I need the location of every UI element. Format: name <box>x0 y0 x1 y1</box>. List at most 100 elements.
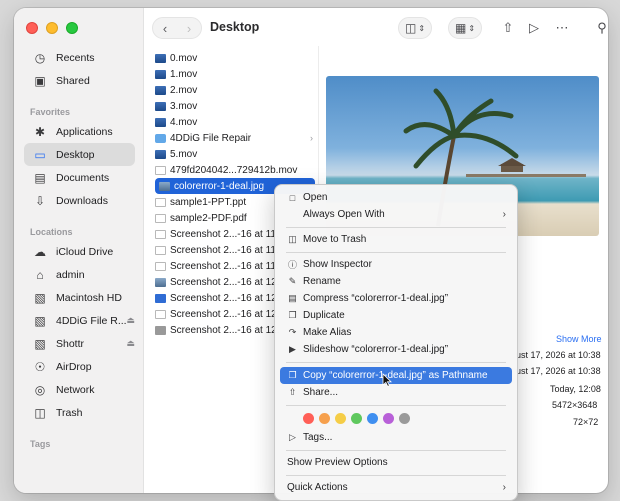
sidebar-item-shared[interactable]: ▣ Shared <box>14 69 135 92</box>
menu-item-label: Share... <box>303 387 339 398</box>
search-button[interactable]: ⚲ <box>590 16 608 40</box>
sidebar-item-desktop[interactable]: ▭ Desktop <box>24 143 135 166</box>
sidebar-section-locations: Locations <box>30 227 73 237</box>
share-button[interactable]: ⇧ <box>496 16 520 40</box>
menu-item-slideshow[interactable]: ▶ Slideshow “colorerror-1-deal.jpg” <box>280 341 512 358</box>
minimize-window-button[interactable] <box>46 22 58 34</box>
more-actions-button[interactable]: ⋯ <box>550 16 574 40</box>
slideshow-icon: ▶ <box>289 344 296 354</box>
menu-item-always-open-with[interactable]: Always Open With › <box>280 206 512 223</box>
file-name: Screenshot 2...-16 at 12. <box>170 324 280 336</box>
chevron-left-icon: ‹ <box>162 20 168 36</box>
fullscreen-window-button[interactable] <box>66 22 78 34</box>
sidebar-item-documents[interactable]: ▤ Documents <box>14 166 135 189</box>
info-dimensions-value: 5472×3648 <box>552 400 598 410</box>
sidebar-item-admin[interactable]: ⌂ admin <box>14 263 135 286</box>
sidebar-item-airdrop[interactable]: ☉ AirDrop <box>14 355 135 378</box>
globe-icon: ◎ <box>34 382 46 397</box>
sidebar-item-icloud-drive[interactable]: ☁ iCloud Drive <box>14 240 135 263</box>
menu-item-copy-pathname[interactable]: ❐ Copy “colorerror-1-deal.jpg” as Pathna… <box>280 367 512 384</box>
copy-icon: ❐ <box>288 370 297 380</box>
sidebar-item-recents[interactable]: ◷ Recents <box>14 46 135 69</box>
mouse-cursor-icon <box>382 373 392 387</box>
menu-item-label: Move to Trash <box>303 234 367 245</box>
file-icon <box>155 309 166 319</box>
info-created-value: ust 17, 2026 at 10:38 <box>516 350 601 360</box>
video-file-icon <box>155 69 166 79</box>
menu-item-show-preview-options[interactable]: Show Preview Options <box>280 454 512 471</box>
tag-red[interactable] <box>303 413 314 424</box>
sidebar-item-network[interactable]: ◎ Network <box>14 378 135 401</box>
tag-blue[interactable] <box>367 413 378 424</box>
file-item[interactable]: 2.mov <box>149 82 317 98</box>
menu-item-make-alias[interactable]: ↷ Make Alias <box>280 324 512 341</box>
sidebar-item-label: Shottr <box>56 337 85 350</box>
search-icon: ⚲ <box>597 20 607 35</box>
trash-icon: ◫ <box>288 234 297 244</box>
sidebar-item-trash[interactable]: ◫ Trash <box>14 401 135 424</box>
window-title: Desktop <box>210 20 260 34</box>
applications-icon: ✱ <box>34 124 46 139</box>
file-item[interactable]: 5.mov <box>149 146 317 162</box>
menu-item-open[interactable]: □ Open <box>280 189 512 206</box>
file-name: 0.mov <box>170 52 198 64</box>
share-icon: ⇧ <box>288 387 297 397</box>
file-name: 4.mov <box>170 116 198 128</box>
tag-gray[interactable] <box>399 413 410 424</box>
show-more-link[interactable]: Show More <box>556 334 602 344</box>
sidebar-item-label: Macintosh HD <box>56 291 122 304</box>
file-name: 479fd204042...729412b.mov <box>170 164 298 176</box>
sidebar-item-shottr[interactable]: ▧ Shottr ⏏ <box>14 332 135 355</box>
video-file-icon <box>155 101 166 111</box>
menu-item-tags[interactable]: ▷ Tags... <box>280 429 512 446</box>
file-name: colorerror-1-deal.jpg <box>174 180 265 192</box>
tag-orange[interactable] <box>319 413 330 424</box>
chevron-right-icon: › <box>502 209 506 220</box>
group-button[interactable]: ▦ ⇕ <box>448 17 482 39</box>
tag-yellow[interactable] <box>335 413 346 424</box>
sidebar-item-label: Applications <box>56 125 113 138</box>
document-icon: ▤ <box>34 170 46 185</box>
file-icon <box>155 261 166 271</box>
sidebar-item-4ddig[interactable]: ▧ 4DDiG File R... ⏏ <box>14 309 135 332</box>
file-name: Screenshot 2...-16 at 12. <box>170 292 280 304</box>
menu-item-show-inspector[interactable]: ⓘ Show Inspector <box>280 256 512 273</box>
sidebar-item-macintosh-hd[interactable]: ▧ Macintosh HD <box>14 286 135 309</box>
menu-separator <box>286 450 506 451</box>
file-item[interactable]: 4.mov <box>149 114 317 130</box>
close-window-button[interactable] <box>26 22 38 34</box>
share-icon: ⇧ <box>502 20 514 35</box>
sidebar-item-downloads[interactable]: ⇩ Downloads <box>14 189 135 212</box>
file-name: Screenshot 2...-16 at 12. <box>170 308 280 320</box>
menu-item-compress[interactable]: ▤ Compress “colorerror-1-deal.jpg” <box>280 290 512 307</box>
grid-icon: ▦ <box>454 21 467 35</box>
sidebar-item-label: Trash <box>56 406 83 419</box>
file-item[interactable]: 3.mov <box>149 98 317 114</box>
menu-item-rename[interactable]: ✎ Rename <box>280 273 512 290</box>
file-item[interactable]: 1.mov <box>149 66 317 82</box>
file-item[interactable]: 0.mov <box>149 50 317 66</box>
menu-item-quick-actions[interactable]: Quick Actions › <box>280 479 512 496</box>
eject-icon[interactable]: ⏏ <box>126 315 135 326</box>
tag-purple[interactable] <box>383 413 394 424</box>
menu-item-duplicate[interactable]: ❐ Duplicate <box>280 307 512 324</box>
view-mode-button[interactable]: ◫ ⇕ <box>398 17 432 39</box>
tag-button[interactable]: ▷ <box>522 16 546 40</box>
back-button[interactable]: ‹ <box>153 18 177 38</box>
menu-item-label: Duplicate <box>303 310 345 321</box>
sidebar-item-applications[interactable]: ✱ Applications <box>14 120 135 143</box>
eject-icon[interactable]: ⏏ <box>126 338 135 349</box>
video-file-icon <box>155 117 166 127</box>
chevron-right-icon: › <box>502 482 506 493</box>
file-icon <box>155 229 166 239</box>
menu-item-share[interactable]: ⇧ Share... <box>280 384 512 401</box>
file-item[interactable]: 479fd204042...729412b.mov <box>149 162 317 178</box>
tag-green[interactable] <box>351 413 362 424</box>
trash-icon: ◫ <box>34 405 46 420</box>
open-icon: □ <box>289 192 296 203</box>
folder-item[interactable]: 4DDiG File Repair › <box>149 130 317 146</box>
menu-item-move-to-trash[interactable]: ◫ Move to Trash <box>280 231 512 248</box>
sidebar: ◷ Recents ▣ Shared Favorites ✱ Applicati… <box>14 8 144 493</box>
pencil-icon: ✎ <box>288 276 297 286</box>
forward-button[interactable]: › <box>177 18 201 38</box>
